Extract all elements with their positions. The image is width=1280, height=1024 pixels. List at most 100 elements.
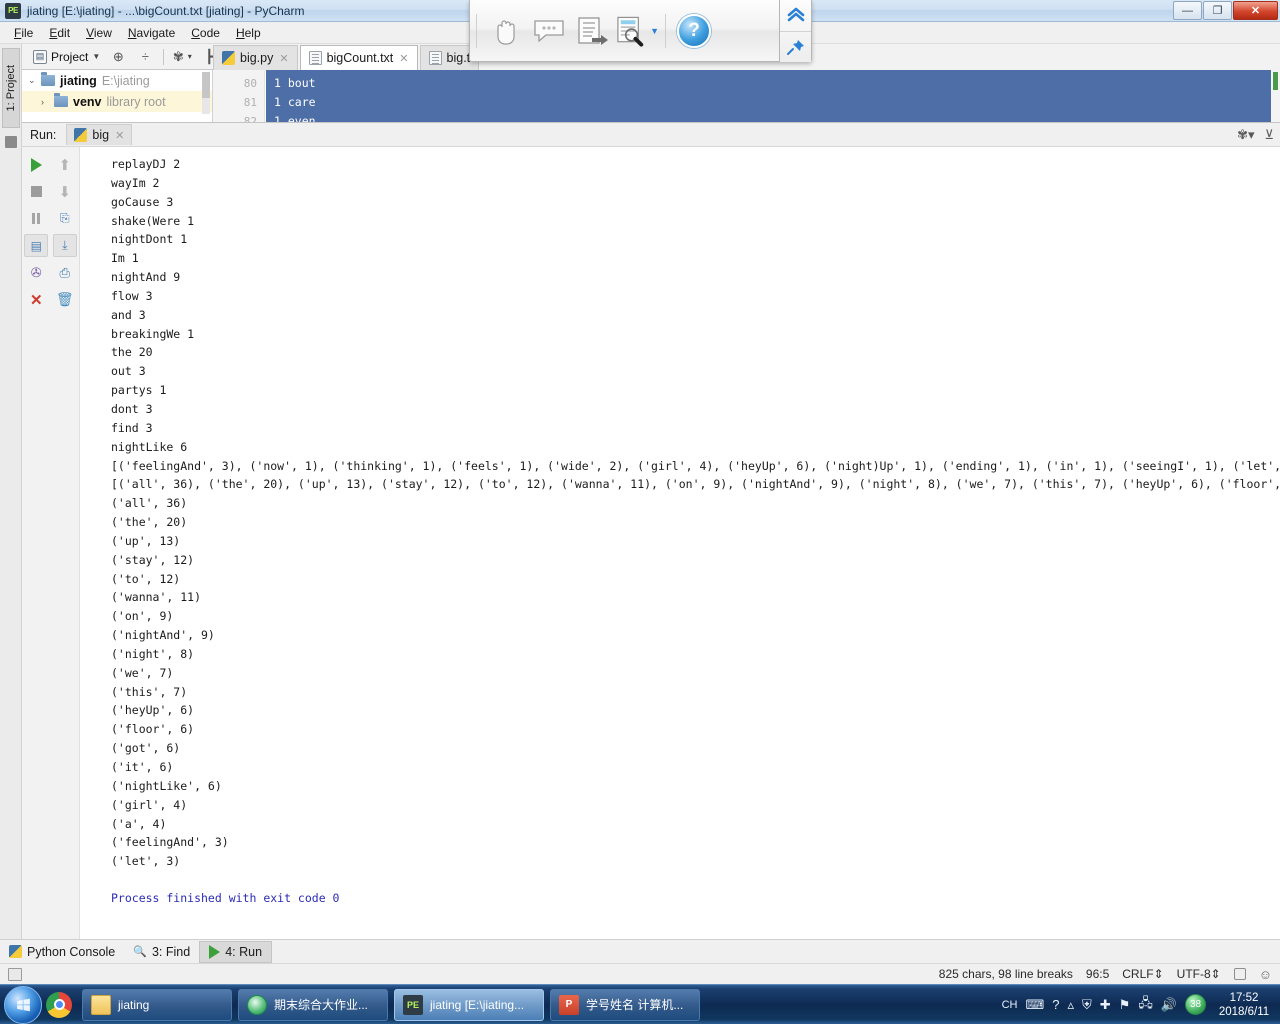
zoom-document-button[interactable]: ▼ (615, 9, 659, 53)
chevron-down-icon[interactable]: ⌄ (28, 75, 41, 86)
show-hidden-icons-icon[interactable]: ▵ (1067, 997, 1074, 1013)
console-line: ('night', 8) (111, 646, 195, 661)
structure-icon[interactable] (5, 136, 17, 148)
chevron-down-icon[interactable]: ▼ (650, 26, 659, 36)
gear-icon[interactable]: ✾▾ (1237, 127, 1254, 143)
run-tab-big[interactable]: big ✕ (66, 124, 133, 145)
status-line-separator[interactable]: CRLF⇕ (1122, 967, 1163, 981)
tree-row-venv[interactable]: › venv library root (22, 91, 212, 112)
maximize-button[interactable]: ❐ (1203, 1, 1232, 20)
taskbar-clock[interactable]: 17:52 2018/6/11 (1214, 991, 1274, 1019)
send-document-button[interactable] (571, 9, 615, 53)
print-icon[interactable]: ⎙ (53, 261, 77, 284)
flag-icon[interactable]: ⚑ (1119, 997, 1131, 1013)
soft-wrap-icon[interactable]: ▤ (24, 234, 49, 257)
close-icon[interactable]: ✕ (399, 52, 408, 65)
pin-icon[interactable]: ✇ (24, 261, 48, 284)
update-icon[interactable]: ✚ (1100, 997, 1111, 1013)
clock-time: 17:52 (1229, 991, 1259, 1004)
quicklaunch-chrome[interactable] (42, 988, 76, 1022)
lock-icon[interactable] (1233, 968, 1246, 980)
taskbar-item-powerpoint[interactable]: P 学号姓名 计算机... (550, 988, 700, 1021)
taskbar-item-pycharm[interactable]: PE jiating [E:\jiating... (394, 988, 544, 1021)
folder-icon (91, 994, 111, 1015)
status-chars: 825 chars, 98 line breaks (938, 967, 1073, 981)
happy-face-icon[interactable]: ☺ (1259, 967, 1272, 982)
console-line: ('girl', 4) (111, 797, 188, 812)
windows-logo-icon (16, 998, 30, 1011)
taskbar-item-ie[interactable]: 期末综合大作业... (238, 988, 388, 1021)
run-console-output[interactable]: replayDJ 2 wayIm 2 goCause 3 shake(Were 1 ni… (80, 147, 1280, 940)
pin-toolbar-button[interactable] (780, 30, 811, 63)
keyboard-icon[interactable]: ⌨ (1025, 997, 1044, 1013)
help-icon: ? (677, 13, 711, 48)
menu-file[interactable]: FFileile (6, 24, 41, 42)
project-tool-window[interactable]: ⌄ jiating E:\jiating › venv library root (22, 70, 213, 122)
console-line: ('let', 3) (111, 854, 181, 869)
notification-badge[interactable]: 38 (1185, 994, 1206, 1015)
run-icon (209, 944, 221, 959)
stop-icon[interactable] (24, 180, 48, 203)
chevron-right-icon[interactable]: › (41, 97, 54, 107)
language-indicator[interactable]: CH (1002, 999, 1018, 1011)
scroll-to-end-icon[interactable]: ⤓ (52, 234, 77, 257)
collapse-toolbar-button[interactable] (780, 0, 811, 31)
console-line: ('the', 20) (111, 515, 188, 530)
status-bar: 825 chars, 98 line breaks 96:5 CRLF⇕ UTF… (0, 963, 1280, 984)
status-caret-position[interactable]: 96:5 (1086, 967, 1109, 981)
bottom-item-find[interactable]: 🔍 3: Find (124, 941, 199, 963)
close-icon[interactable]: ✕ (24, 288, 48, 311)
down-arrow-icon[interactable]: ⬇ (53, 180, 77, 203)
project-scrollbar[interactable] (202, 72, 210, 114)
target-icon[interactable]: ⊕ (109, 48, 127, 66)
minimize-button[interactable]: — (1173, 1, 1202, 20)
close-button[interactable]: ✕ (1233, 1, 1278, 20)
tree-row-jiating[interactable]: ⌄ jiating E:\jiating (22, 70, 212, 91)
editor-tab-bigcount-txt[interactable]: bigCount.txt ✕ (299, 45, 418, 70)
run-window-header: Run: big ✕ ✾▾ ⊻ (22, 123, 1280, 147)
pause-icon[interactable] (24, 207, 48, 230)
collapse-all-icon[interactable]: ÷ (136, 48, 154, 66)
powerpoint-icon: P (559, 994, 579, 1015)
bottom-item-python-console[interactable]: Python Console (0, 941, 124, 963)
menu-code[interactable]: Code (183, 24, 228, 42)
editor-selected-text[interactable]: 1 bout 1 care 1 even (266, 70, 1280, 122)
menu-navigate[interactable]: Navigate (120, 24, 183, 42)
start-button[interactable] (4, 985, 42, 1024)
status-encoding[interactable]: UTF-8⇕ (1177, 967, 1221, 981)
help-icon[interactable]: ? (1052, 997, 1059, 1012)
console-line: out 3 (111, 364, 146, 379)
volume-icon[interactable]: 🔊 (1161, 997, 1177, 1013)
editor-scrollbar[interactable] (1271, 70, 1280, 122)
sidebar-item-project[interactable]: 1: Project (2, 48, 20, 128)
taskbar-item-jiating-folder[interactable]: jiating (82, 988, 232, 1021)
console-line: ('we', 7) (111, 665, 174, 680)
memory-indicator-icon[interactable] (8, 967, 22, 981)
print-settings-icon[interactable]: ⎘ (53, 207, 77, 230)
hide-window-icon[interactable]: ⊻ (1264, 127, 1274, 143)
trash-icon[interactable]: 🗑 (53, 288, 77, 311)
menu-view[interactable]: View (78, 24, 120, 42)
editor-tab-big-py[interactable]: big.py ✕ (213, 45, 298, 70)
help-button[interactable]: ? (672, 9, 716, 53)
close-icon[interactable]: ✕ (115, 129, 124, 142)
run-toolbar: ▤ ✇ ✕ ⬆ ⬇ ⎘ ⤓ ⎙ 🗑 (22, 147, 80, 940)
editor-line: 1 even (274, 114, 316, 122)
line-number: 80 (243, 77, 257, 90)
editor-area[interactable]: 80 81 82 1 bout 1 care 1 even (213, 70, 1280, 122)
project-dropdown-button[interactable]: ▤ Project ▼ (33, 49, 100, 64)
bottom-item-run[interactable]: 4: Run (199, 940, 273, 963)
network-icon[interactable]: 🖧 (1138, 994, 1153, 1016)
console-line: breakingWe 1 (111, 326, 195, 341)
comment-tool-button[interactable] (527, 9, 571, 53)
close-icon[interactable]: ✕ (279, 52, 288, 65)
rerun-icon[interactable] (24, 153, 48, 176)
menu-help[interactable]: Help (228, 24, 269, 42)
shield-icon[interactable]: ⛨ (1082, 997, 1092, 1013)
hand-tool-button[interactable] (483, 9, 527, 53)
settings-gear-icon[interactable]: ✾ ▾ (173, 48, 192, 66)
comment-icon (534, 19, 564, 42)
up-arrow-icon[interactable]: ⬆ (53, 153, 77, 176)
console-line: partys 1 (111, 383, 167, 398)
menu-edit[interactable]: Edit (41, 24, 78, 42)
